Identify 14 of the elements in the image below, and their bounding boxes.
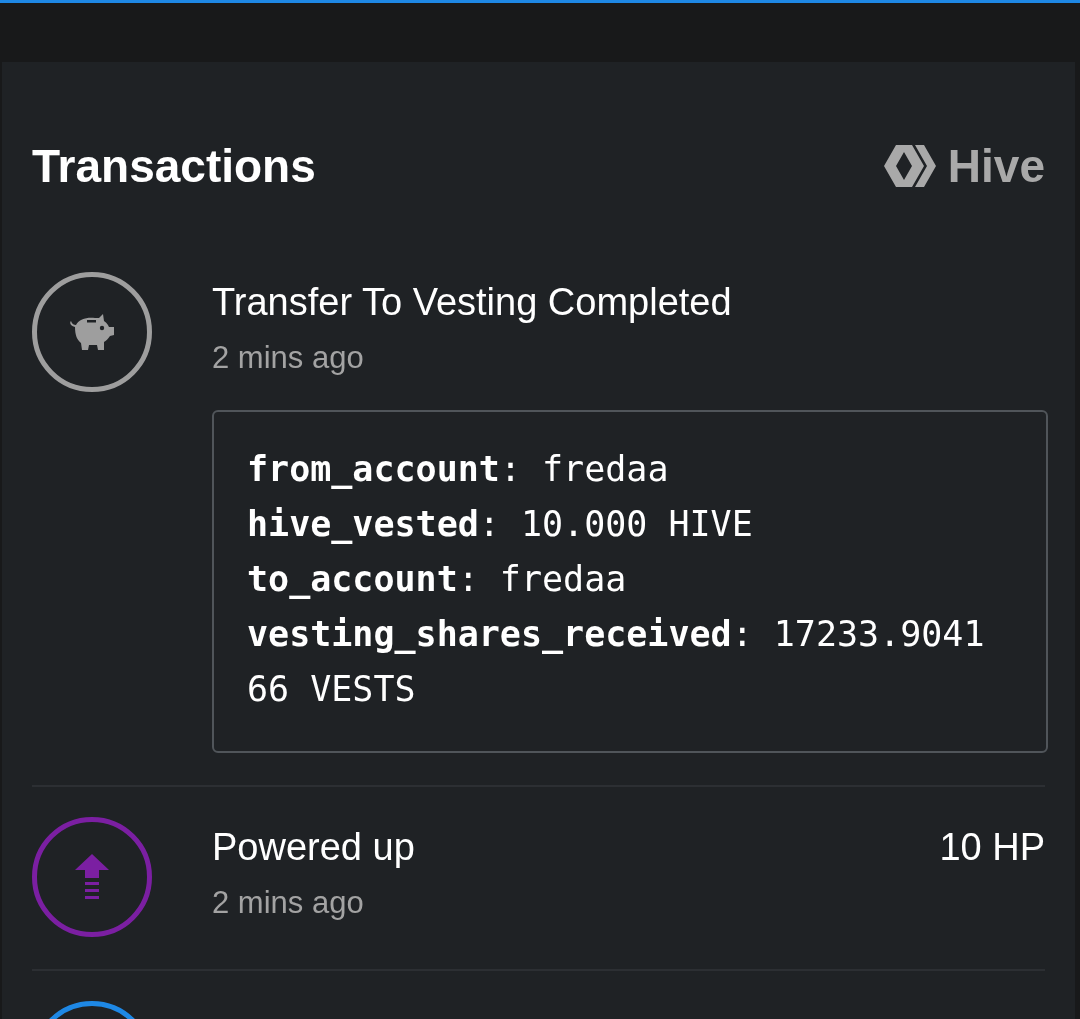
- detail-line: from_account: fredaa: [247, 448, 670, 491]
- arrow-up-icon: [75, 854, 109, 900]
- transaction-amount: 10 HP: [939, 825, 1045, 870]
- transaction-time: 2 mins ago: [212, 884, 365, 922]
- detail-line: hive_vested: 10.000 HIVE: [247, 503, 754, 546]
- hive-logo-icon: [883, 143, 936, 189]
- transaction-time: 2 mins ago: [212, 339, 365, 377]
- transaction-title: Powered up: [212, 825, 415, 870]
- piggy-bank-icon: [67, 313, 117, 351]
- brand-name: Hive: [947, 138, 1045, 194]
- transaction-title: Transfer To Vesting Completed: [212, 280, 732, 325]
- detail-line: vesting_shares_received: 17233.904166 VESTS: [247, 613, 986, 711]
- panel-title: Transactions: [32, 138, 316, 194]
- detail-line: to_account: fredaa: [247, 558, 628, 601]
